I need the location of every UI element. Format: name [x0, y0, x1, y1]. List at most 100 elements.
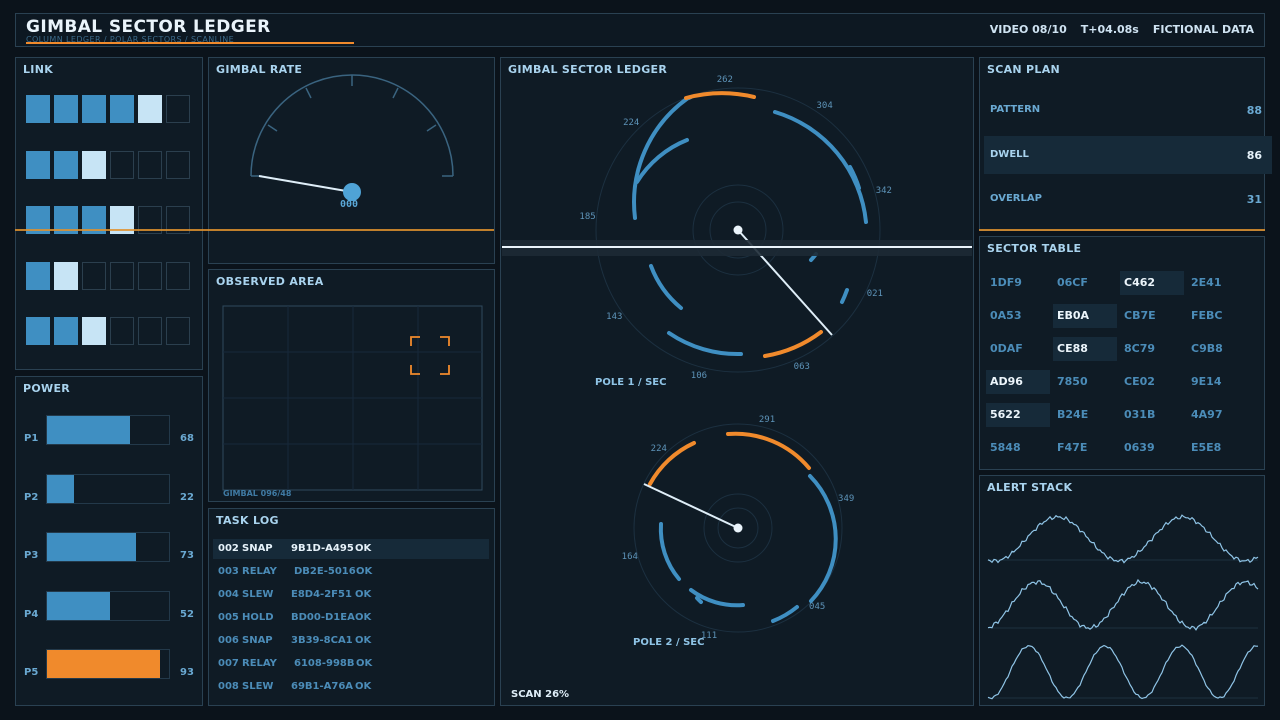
sector-arc: [658, 522, 681, 581]
power-fill: [47, 591, 111, 620]
scan-plan-title: SCAN PLAN: [987, 63, 1061, 76]
task-code: 69B1-A76A: [291, 681, 354, 692]
sector-cell[interactable]: E5E8: [1187, 436, 1251, 460]
polar-tick-label: 291: [758, 414, 776, 425]
scan-plan-row[interactable]: DWELL 86: [984, 135, 1272, 174]
link-cell: [54, 261, 78, 290]
task-log-title: TASK LOG: [216, 514, 279, 527]
sector-cell[interactable]: 2E41: [1187, 271, 1251, 295]
observed-area-view: [222, 305, 483, 491]
task-log-row[interactable]: 008 SLEW 69B1-A76A OK: [213, 677, 489, 697]
sector-cell[interactable]: CE02: [1120, 370, 1184, 394]
sector-arc: [632, 96, 690, 220]
polar-tick-label: 063: [793, 361, 810, 372]
scan-plan-value: 86: [1246, 148, 1262, 162]
sector-cell[interactable]: AD96: [986, 370, 1050, 394]
power-label: P3: [24, 550, 39, 561]
sector-cell[interactable]: 1DF9: [986, 271, 1050, 295]
sector-cell[interactable]: 8C79: [1120, 337, 1184, 361]
sector-arc-active: [684, 91, 756, 100]
alert-wave-1: [987, 514, 1259, 564]
task-op: SLEW: [242, 589, 274, 600]
link-cell: [138, 261, 162, 290]
alert-stack-panel: ALERT STACK: [979, 475, 1265, 706]
task-status: OK: [356, 658, 373, 669]
task-log-row[interactable]: 007 RELAY 6108-998B OK: [213, 654, 489, 674]
title-underline: [26, 42, 354, 44]
sector-cell[interactable]: 0DAF: [986, 337, 1050, 361]
sector-arc: [667, 331, 743, 357]
task-id: 003: [218, 566, 239, 577]
scan-plan-row[interactable]: PATTERN 88: [984, 91, 1272, 129]
alert-wave-2: [987, 578, 1259, 631]
scan-plan-row[interactable]: OVERLAP 31: [984, 180, 1272, 218]
link-cell: [82, 150, 106, 179]
task-op: RELAY: [242, 566, 277, 577]
task-log-row[interactable]: 003 RELAY DB2E-5016 OK: [213, 562, 489, 582]
task-status: OK: [356, 566, 373, 577]
task-status: OK: [355, 681, 372, 692]
power-value: 52: [180, 608, 194, 620]
task-id: 006: [218, 635, 239, 646]
sector-arc: [635, 138, 689, 184]
sector-cell[interactable]: B24E: [1053, 403, 1117, 427]
pole-2-label: POLE 2 / SEC: [633, 637, 705, 648]
task-log-row[interactable]: 004 SLEW E8D4-2F51 OK: [213, 585, 489, 605]
sector-cell[interactable]: CB7E: [1120, 304, 1184, 328]
polar-tick-label: 164: [621, 551, 638, 562]
sector-arc: [649, 264, 683, 310]
task-log-row[interactable]: 002 SNAP 9B1D-A495 OK: [213, 539, 489, 559]
link-cell: [54, 150, 78, 179]
link-cell: [82, 261, 106, 290]
sector-cell[interactable]: 5848: [986, 436, 1050, 460]
sector-arc: [695, 596, 703, 604]
sector-table-panel: SECTOR TABLE 1DF9 06CF C462 2E41 0A53 EB0A CB7…: [979, 236, 1265, 470]
sector-cell[interactable]: C462: [1120, 271, 1184, 295]
gauge-arc: [250, 74, 454, 177]
polar-tick-label: 224: [650, 443, 667, 454]
scan-plan-value: 31: [1246, 193, 1262, 206]
link-cell: [138, 150, 162, 179]
gauge-tick: [392, 87, 399, 99]
sector-cell[interactable]: CE88: [1053, 337, 1117, 361]
polar-tick-label: 342: [875, 185, 892, 196]
sector-cell[interactable]: C9B8: [1187, 337, 1251, 361]
gauge-tick: [426, 124, 437, 132]
sector-cell[interactable]: 06CF: [1053, 271, 1117, 295]
pole-1-hub: [733, 225, 743, 235]
power-value: 22: [180, 491, 194, 503]
sector-cell[interactable]: 5622: [986, 403, 1050, 427]
link-title: LINK: [23, 63, 54, 76]
task-id: 008: [218, 681, 239, 692]
app-title: GIMBAL SECTOR LEDGER: [26, 17, 271, 37]
sector-cell[interactable]: 9E14: [1187, 370, 1251, 394]
pole-1-plot: [595, 87, 881, 373]
sector-cell[interactable]: 031B: [1120, 403, 1184, 427]
power-label: P2: [24, 491, 39, 503]
gauge-tick: [305, 87, 312, 99]
power-value: 93: [180, 667, 194, 678]
task-log-row[interactable]: 006 SNAP 3B39-8CA1 OK: [213, 631, 489, 651]
link-cell: [26, 150, 50, 179]
sector-cell[interactable]: EB0A: [1053, 304, 1117, 328]
link-cell: [166, 150, 190, 179]
link-cell: [138, 95, 162, 123]
pole-2-needle: [643, 483, 739, 529]
link-cell: [110, 95, 134, 123]
sector-cell[interactable]: 0A53: [986, 304, 1050, 328]
power-value: 68: [180, 433, 194, 444]
sector-table-title: SECTOR TABLE: [987, 242, 1082, 255]
scanline-right: [979, 229, 1265, 231]
link-cell: [110, 317, 134, 345]
sector-cell[interactable]: 7850: [1053, 370, 1117, 394]
task-log-row[interactable]: 005 HOLD BD00-D1EA OK: [213, 608, 489, 628]
gimbal-rate-panel: GIMBAL RATE 000: [208, 57, 495, 264]
header-bar: GIMBAL SECTOR LEDGER COLUMN LEDGER / POL…: [15, 13, 1265, 47]
sector-cell[interactable]: FEBC: [1187, 304, 1251, 328]
link-panel: LINK: [15, 57, 203, 370]
sector-cell[interactable]: 4A97: [1187, 403, 1251, 427]
sector-cell[interactable]: F47E: [1053, 436, 1117, 460]
polar-tick-label: 224: [623, 118, 640, 129]
link-cell: [26, 317, 50, 345]
sector-cell[interactable]: 0639: [1120, 436, 1184, 460]
